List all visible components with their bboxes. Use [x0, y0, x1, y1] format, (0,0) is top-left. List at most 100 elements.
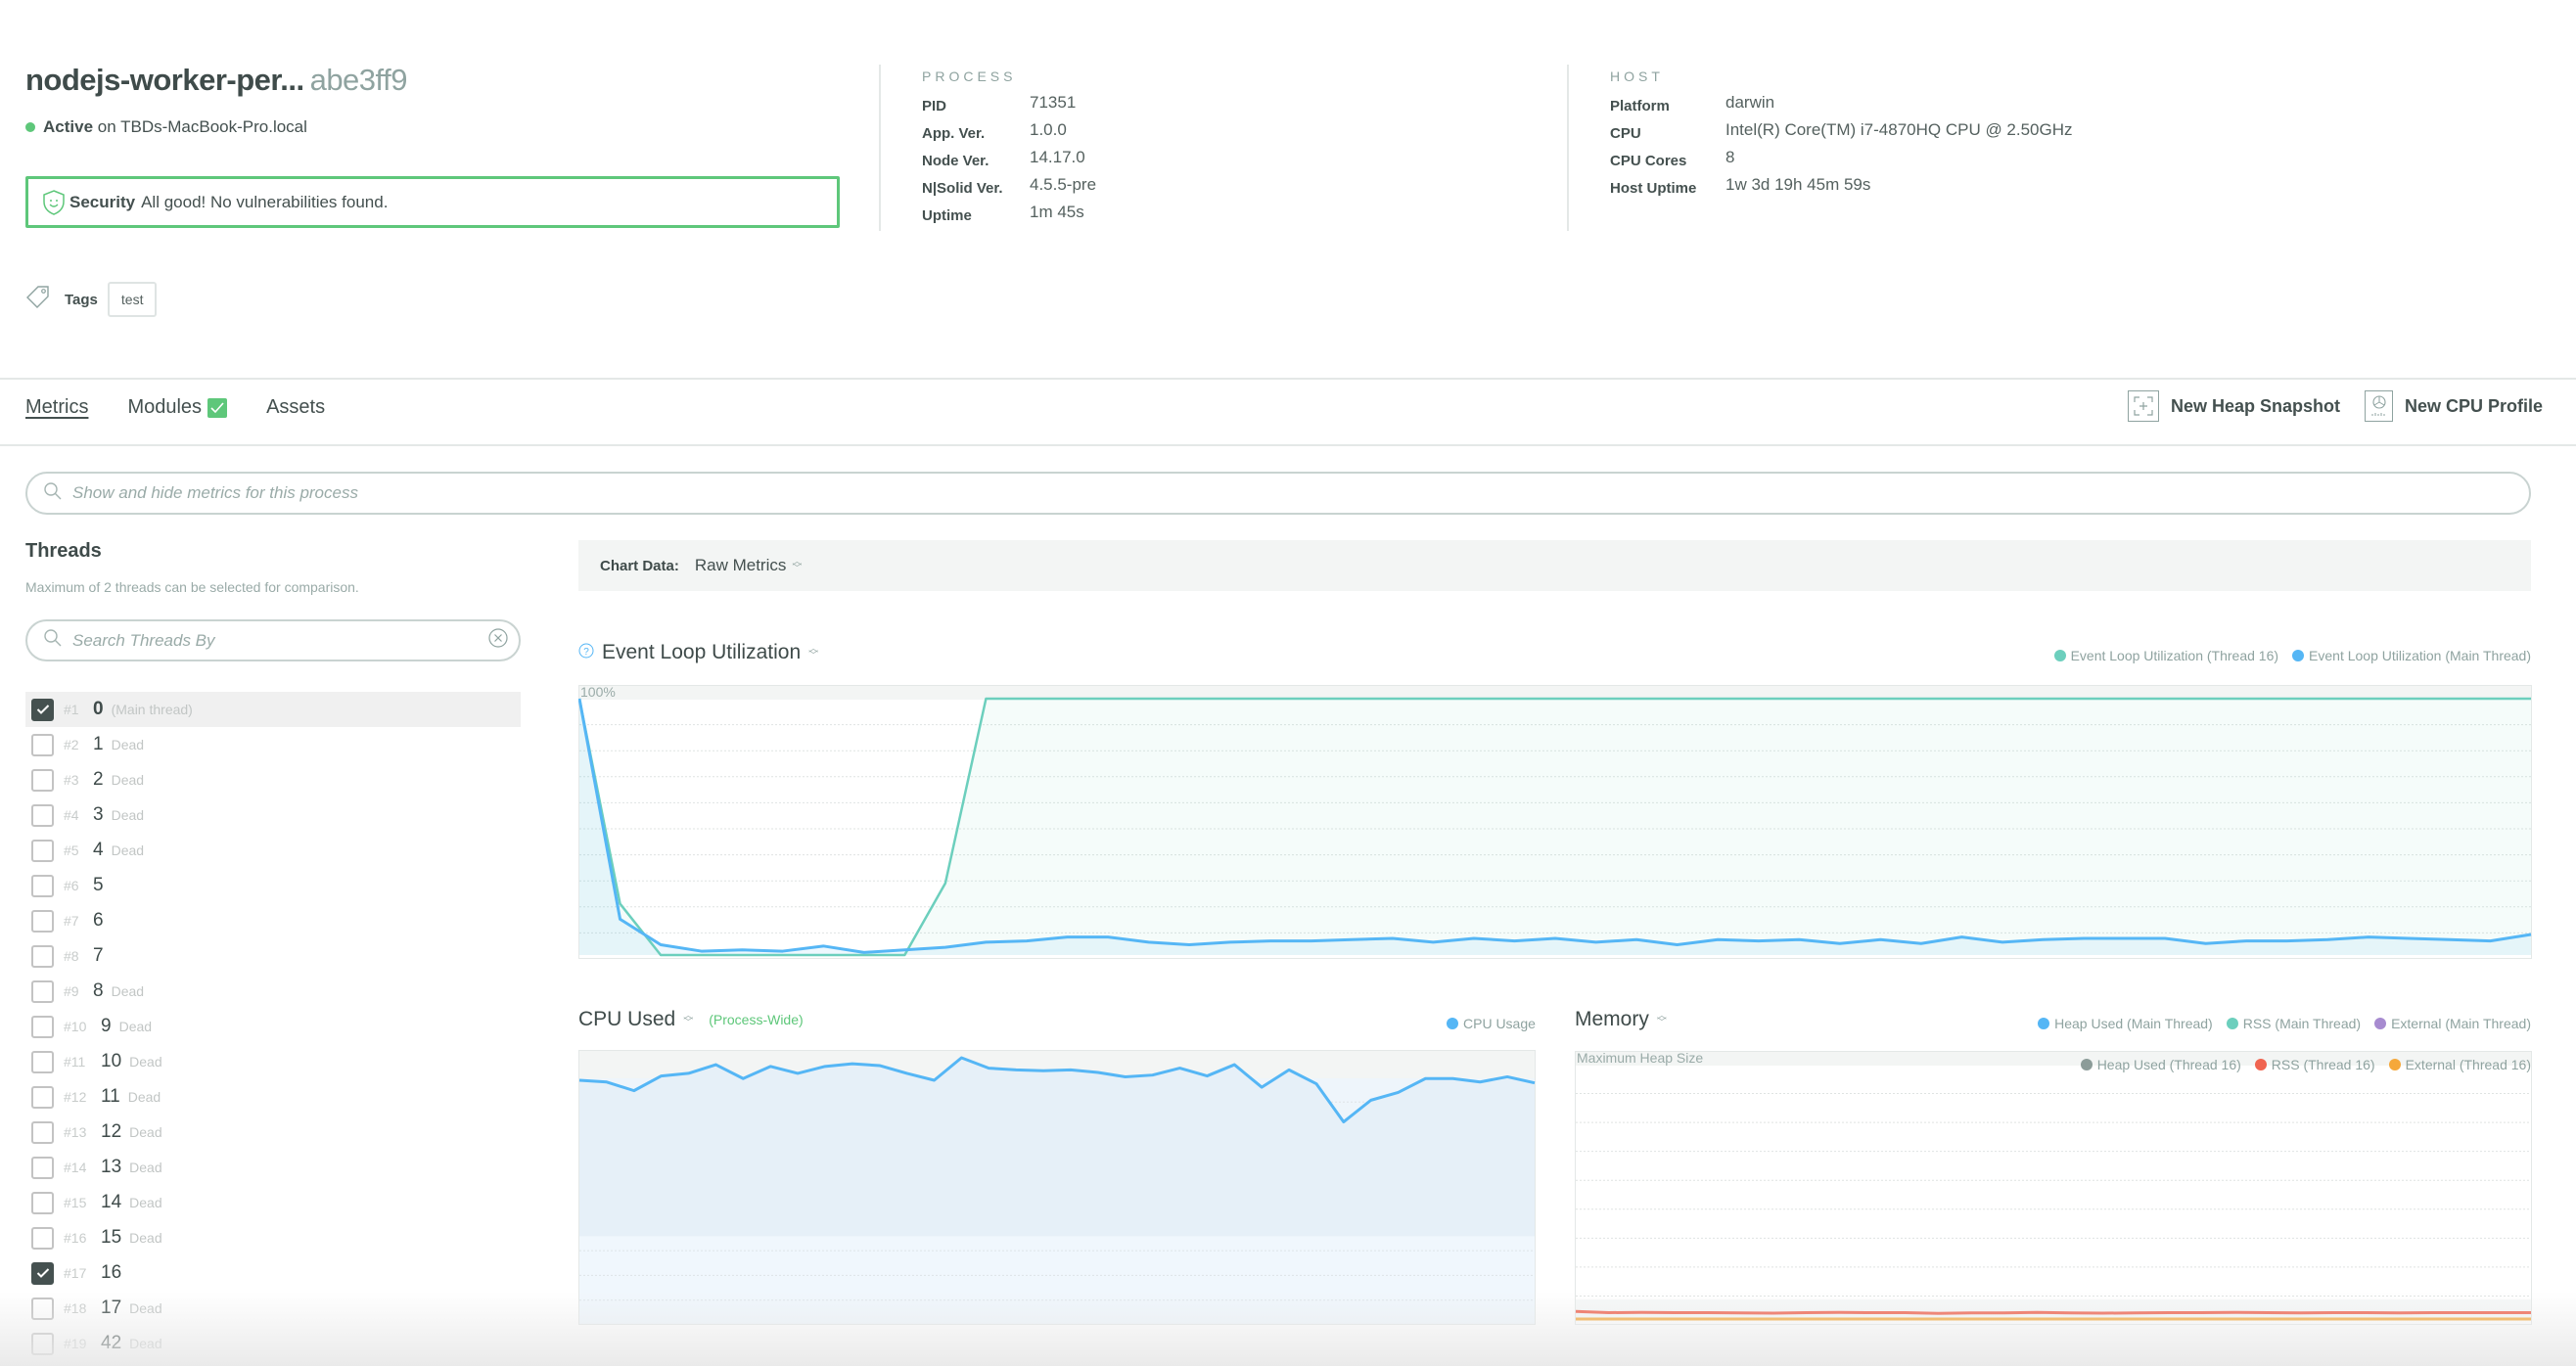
info-value: darwin [1725, 93, 1775, 112]
legend-item[interactable]: External (Thread 16) [2388, 1057, 2531, 1072]
legend-item[interactable]: Heap Used (Main Thread) [2038, 1016, 2213, 1031]
thread-status: Dead [129, 1195, 162, 1210]
shield-smile-icon [42, 190, 66, 220]
metrics-search-input[interactable] [72, 483, 2529, 503]
thread-index: #3 [64, 772, 79, 788]
thread-search-input[interactable] [72, 630, 478, 651]
tab-modules[interactable]: Modules [127, 396, 228, 419]
thread-item[interactable]: #11 10 Dead [25, 1044, 521, 1079]
process-name: nodejs-worker-per... [25, 63, 304, 97]
chart-data-label: Chart Data: [600, 557, 679, 574]
process-row-nsolid-ver: N|Solid Ver. 4.5.5-pre [922, 174, 1096, 202]
thread-item[interactable]: #14 13 Dead [25, 1150, 521, 1185]
help-icon[interactable]: ? [578, 641, 594, 664]
new-cpu-profile-button[interactable]: New CPU Profile [2365, 390, 2543, 422]
thread-item[interactable]: #19 42 Dead [25, 1326, 521, 1361]
thread-checkbox[interactable] [31, 1297, 54, 1320]
legend-item[interactable]: CPU Usage [1447, 1016, 1536, 1031]
thread-item[interactable]: #13 12 Dead [25, 1115, 521, 1150]
tab-assets[interactable]: Assets [266, 396, 325, 419]
sort-arrows-icon[interactable]: ︿ ﹀ [1657, 1012, 1667, 1028]
tab-bar: Metrics Modules Assets [25, 396, 325, 419]
thread-item[interactable]: #2 1 Dead [25, 727, 521, 762]
legend-item[interactable]: Event Loop Utilization (Thread 16) [2053, 648, 2278, 663]
thread-status: (Main thread) [111, 702, 193, 717]
thread-status: Dead [127, 1089, 161, 1105]
legend-item[interactable]: Heap Used (Thread 16) [2080, 1057, 2241, 1072]
thread-checkbox[interactable] [31, 698, 54, 721]
thread-status: Dead [111, 983, 145, 999]
security-banner[interactable]: Security All good! No vulnerabilities fo… [25, 176, 840, 228]
thread-checkbox[interactable] [31, 1120, 54, 1144]
chart-data-bar: Chart Data: Raw Metrics ︿ ﹀ [578, 540, 2531, 591]
legend-label: External (Thread 16) [2405, 1057, 2531, 1072]
cpu-profile-icon [2365, 390, 2393, 422]
series-line [1575, 1309, 2531, 1315]
legend-item[interactable]: RSS (Thread 16) [2254, 1057, 2375, 1072]
legend-dot-icon [1447, 1018, 1458, 1029]
divider [0, 378, 2576, 380]
thread-id: 8 [93, 980, 104, 1001]
thread-index: #16 [64, 1230, 87, 1246]
thread-item[interactable]: #12 11 Dead [25, 1079, 521, 1115]
legend-label: Heap Used (Main Thread) [2054, 1016, 2213, 1031]
thread-item[interactable]: #9 8 Dead [25, 974, 521, 1009]
thread-item[interactable]: #7 6 [25, 903, 521, 938]
thread-checkbox[interactable] [31, 1050, 54, 1073]
thread-checkbox[interactable] [31, 1085, 54, 1109]
legend-item[interactable]: External (Main Thread) [2374, 1016, 2531, 1031]
info-key: Host Uptime [1610, 179, 1697, 197]
thread-checkbox[interactable] [31, 803, 54, 827]
process-status: Active on TBDs-MacBook-Pro.local [25, 117, 307, 137]
chart-data-select[interactable]: Raw Metrics ︿ ﹀ [695, 556, 803, 575]
thread-index: #1 [64, 702, 79, 717]
legend-dot-icon [2053, 650, 2066, 661]
thread-checkbox[interactable] [31, 768, 54, 792]
thread-status: Dead [129, 1124, 162, 1140]
svg-text:?: ? [583, 647, 589, 658]
tab-metrics[interactable]: Metrics [25, 396, 88, 419]
chart-subtitle: (Process-Wide) [709, 1012, 804, 1027]
legend-item[interactable]: Event Loop Utilization (Main Thread) [2292, 648, 2531, 663]
legend-label: External (Main Thread) [2391, 1016, 2531, 1031]
process-row-pid: PID 71351 [922, 92, 1096, 119]
legend-dot-icon [2038, 1018, 2050, 1029]
metrics-search-field[interactable] [25, 472, 2531, 515]
elu-chart: 100% [578, 685, 2532, 959]
process-hash: abe3ff9 [309, 63, 408, 97]
thread-checkbox[interactable] [31, 1226, 54, 1250]
thread-checkbox[interactable] [31, 1015, 54, 1038]
clear-search-icon[interactable] [487, 627, 509, 654]
thread-checkbox[interactable] [31, 944, 54, 968]
thread-checkbox[interactable] [31, 1156, 54, 1179]
sort-arrows-icon[interactable]: ︿ ﹀ [683, 1012, 693, 1028]
thread-index: #12 [64, 1089, 87, 1105]
reference-label: Maximum Heap Size [1577, 1051, 1703, 1066]
thread-checkbox[interactable] [31, 909, 54, 933]
thread-item[interactable]: #16 15 Dead [25, 1220, 521, 1255]
thread-item[interactable]: #18 17 Dead [25, 1291, 521, 1326]
thread-checkbox[interactable] [31, 979, 54, 1003]
thread-checkbox[interactable] [31, 1191, 54, 1214]
sort-arrows-icon[interactable]: ︿ ﹀ [808, 645, 818, 661]
elu-chart-title: ? Event Loop Utilization ︿ ﹀ [578, 641, 818, 664]
legend-item[interactable]: RSS (Main Thread) [2226, 1016, 2361, 1031]
thread-checkbox[interactable] [31, 839, 54, 862]
thread-item[interactable]: #1 0 (Main thread) [25, 692, 521, 727]
thread-item[interactable]: #8 7 [25, 938, 521, 974]
thread-item[interactable]: #15 14 Dead [25, 1185, 521, 1220]
thread-item[interactable]: #5 4 Dead [25, 833, 521, 868]
thread-search-field[interactable] [25, 619, 521, 661]
thread-item[interactable]: #17 16 [25, 1255, 521, 1291]
tag-chip[interactable]: test [107, 282, 158, 317]
thread-item[interactable]: #3 2 Dead [25, 762, 521, 797]
thread-checkbox[interactable] [31, 874, 54, 897]
thread-checkbox[interactable] [31, 1261, 54, 1285]
thread-item[interactable]: #6 5 [25, 868, 521, 903]
thread-checkbox[interactable] [31, 733, 54, 756]
thread-checkbox[interactable] [31, 1332, 54, 1355]
new-heap-snapshot-button[interactable]: New Heap Snapshot [2128, 390, 2340, 422]
host-row-cpu-cores: CPU Cores 8 [1610, 147, 2073, 174]
thread-item[interactable]: #4 3 Dead [25, 797, 521, 833]
thread-item[interactable]: #10 9 Dead [25, 1009, 521, 1044]
